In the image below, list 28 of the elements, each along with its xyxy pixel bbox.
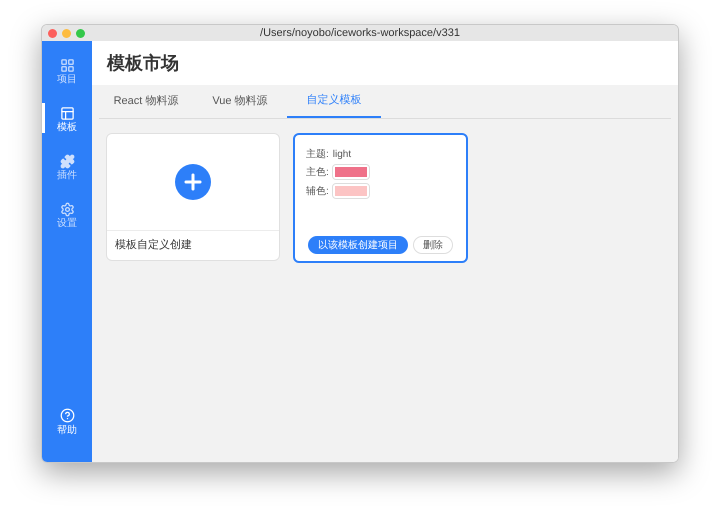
help-icon xyxy=(60,408,74,423)
sidebar-item[interactable]: 帮助 xyxy=(42,402,92,442)
tab[interactable]: 自定义模板 xyxy=(287,85,381,118)
create-project-button[interactable]: 以该模板创建项目 xyxy=(308,236,408,254)
theme-label: 主题: xyxy=(306,148,329,162)
page-title: 模板市场 xyxy=(107,52,179,74)
color-label: 主色: xyxy=(306,166,329,180)
sidebar-item[interactable]: 插件 xyxy=(42,143,92,191)
sidebar-item[interactable]: 设置 xyxy=(42,191,92,239)
card-label: 模板自定义创建 xyxy=(114,238,193,254)
puzzle-icon xyxy=(60,154,74,168)
delete-button[interactable]: 删除 xyxy=(413,236,453,254)
minimize-button[interactable] xyxy=(62,28,71,38)
theme-value: light xyxy=(332,148,352,162)
maximize-button[interactable] xyxy=(76,28,85,38)
layout-icon xyxy=(60,106,74,120)
tab[interactable]: Vue 物料源 xyxy=(193,85,287,118)
add-icon xyxy=(175,164,211,200)
sidebar-item[interactable]: 项目 xyxy=(42,47,92,95)
create-template-card[interactable]: 模板自定义创建 xyxy=(106,133,280,261)
tab[interactable]: React 物料源 xyxy=(99,85,193,118)
template-card[interactable]: 主题: light 主色: 辅色: 以该模板创建项目 删除 xyxy=(293,133,468,263)
gear-icon xyxy=(60,202,74,216)
close-button[interactable] xyxy=(48,28,57,38)
grid-icon xyxy=(60,58,74,72)
window-title: /Users/noyobo/iceworks-workspace/v331 xyxy=(260,28,460,38)
color-label: 辅色: xyxy=(306,184,329,198)
sidebar-item[interactable]: 模板 xyxy=(42,95,92,143)
